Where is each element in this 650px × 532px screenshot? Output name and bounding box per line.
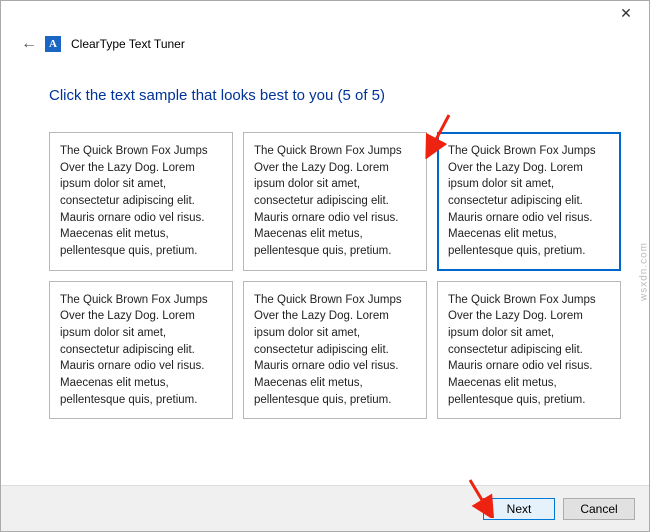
- titlebar: ✕: [1, 1, 649, 31]
- cancel-button[interactable]: Cancel: [563, 498, 635, 520]
- footer-bar: Next Cancel: [1, 485, 649, 531]
- text-sample-2[interactable]: The Quick Brown Fox Jumps Over the Lazy …: [243, 132, 427, 271]
- watermark-text: wsxdn.com: [639, 242, 650, 301]
- app-icon: A: [45, 36, 61, 52]
- sample-grid: The Quick Brown Fox Jumps Over the Lazy …: [49, 132, 621, 419]
- content-area: Click the text sample that looks best to…: [1, 53, 649, 485]
- window-title: ClearType Text Tuner: [71, 37, 185, 51]
- text-sample-3[interactable]: The Quick Brown Fox Jumps Over the Lazy …: [437, 132, 621, 271]
- text-sample-5[interactable]: The Quick Brown Fox Jumps Over the Lazy …: [243, 281, 427, 420]
- back-arrow-icon[interactable]: ←: [21, 35, 35, 53]
- next-button[interactable]: Next: [483, 498, 555, 520]
- dialog-window: ✕ ← A ClearType Text Tuner Click the tex…: [0, 0, 650, 532]
- text-sample-4[interactable]: The Quick Brown Fox Jumps Over the Lazy …: [49, 281, 233, 420]
- text-sample-1[interactable]: The Quick Brown Fox Jumps Over the Lazy …: [49, 132, 233, 271]
- text-sample-6[interactable]: The Quick Brown Fox Jumps Over the Lazy …: [437, 281, 621, 420]
- header-row: ← A ClearType Text Tuner: [1, 31, 649, 53]
- close-icon[interactable]: ✕: [611, 5, 641, 22]
- page-heading: Click the text sample that looks best to…: [49, 87, 621, 104]
